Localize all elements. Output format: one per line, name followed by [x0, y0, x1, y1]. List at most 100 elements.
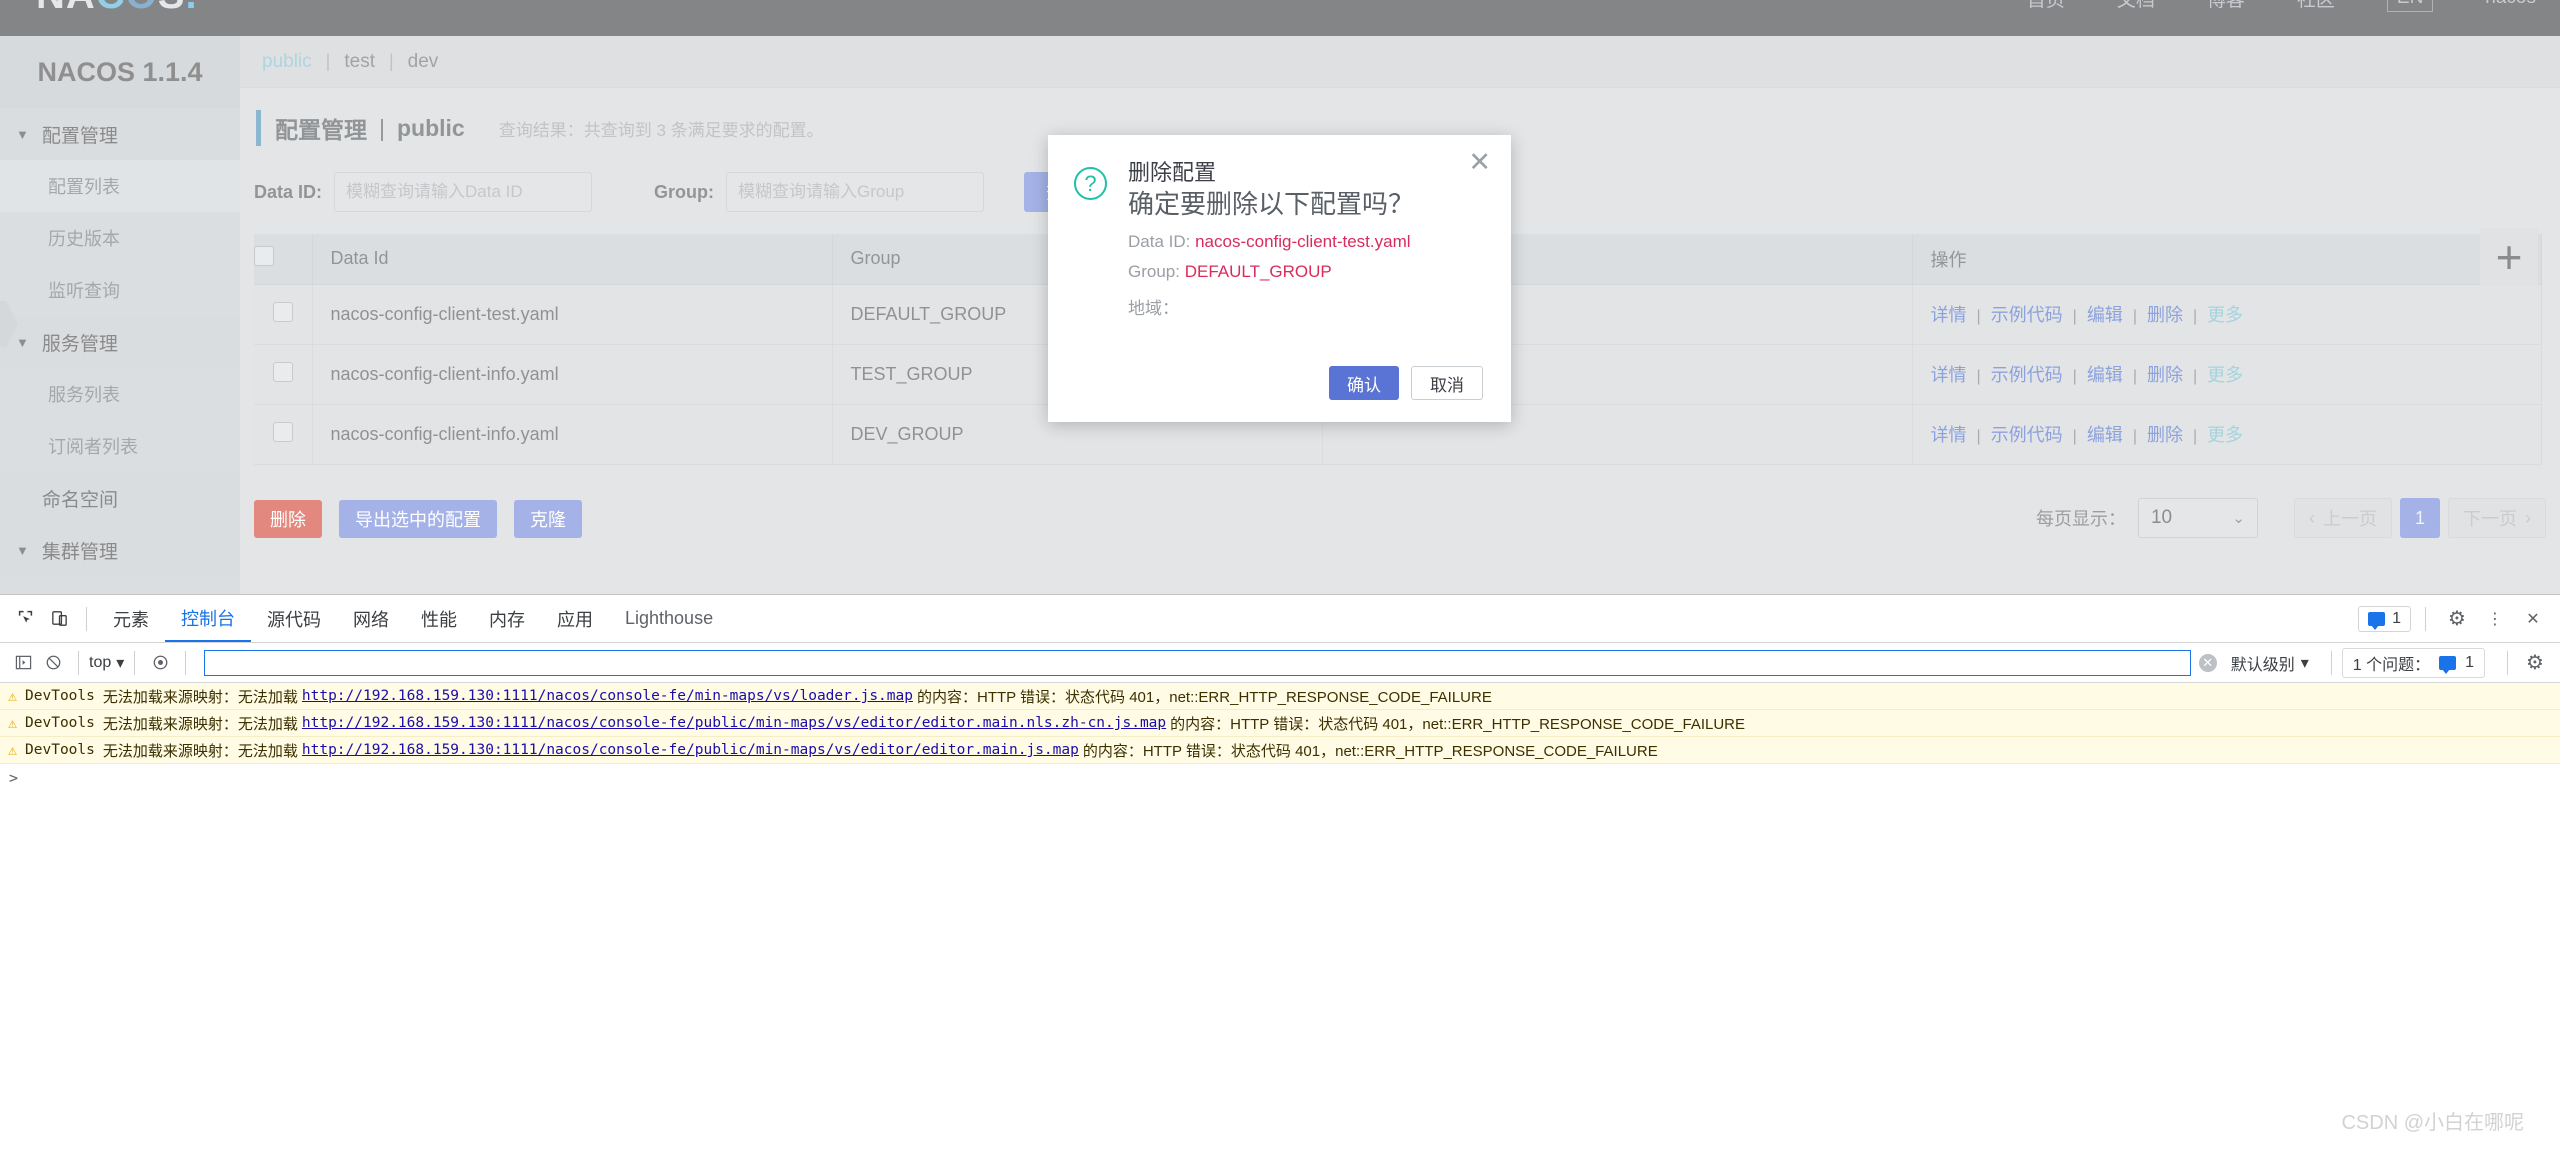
language-switch[interactable]: EN	[2386, 0, 2434, 12]
per-page-select[interactable]: 10 ⌄	[2137, 498, 2258, 538]
nav-item-blog[interactable]: 博客	[2207, 0, 2245, 12]
console-toolbar: top ▾ ✕ 默认级别 ▾ 1 个问题： 1 ⚙	[0, 643, 2560, 683]
prev-page-button[interactable]: ‹ 上一页	[2293, 498, 2392, 538]
dialog-group-row: Group: DEFAULT_GROUP	[1128, 262, 1481, 282]
op-edit-link[interactable]: 编辑	[2087, 425, 2123, 445]
namespace-tab-public[interactable]: public	[262, 51, 312, 73]
sidebar-item-label: 服务列表	[48, 385, 120, 405]
cell-dataid: nacos-config-client-info.yaml	[312, 344, 833, 405]
console-sidebar-toggle-icon[interactable]	[8, 648, 38, 678]
console-log-list: ⚠ DevTools 无法加载来源映射：无法加载 http://192.168.…	[0, 683, 2560, 792]
op-separator: |	[1976, 428, 1981, 445]
log-source: DevTools	[25, 715, 95, 731]
warning-icon: ⚠	[8, 687, 18, 705]
row-select-cell[interactable]	[254, 344, 313, 405]
op-sample-code-link[interactable]: 示例代码	[1991, 365, 2063, 385]
clear-filter-icon[interactable]: ✕	[2198, 653, 2217, 672]
page-number-1[interactable]: 1	[2399, 498, 2440, 538]
select-all-checkbox[interactable]	[254, 246, 274, 267]
add-config-button[interactable]: +	[2480, 228, 2538, 286]
sidebar-group-cluster[interactable]: ▼ 集群管理	[0, 524, 240, 576]
op-sample-code-link[interactable]: 示例代码	[1991, 305, 2063, 325]
warning-icon: ⚠	[8, 741, 18, 759]
clone-button[interactable]: 克隆	[514, 500, 582, 538]
sidebar-item-config-list[interactable]: 配置列表	[0, 160, 240, 212]
export-selected-button[interactable]: 导出选中的配置	[339, 500, 497, 538]
op-edit-link[interactable]: 编辑	[2087, 305, 2123, 325]
user-menu[interactable]: nacos	[2485, 0, 2536, 9]
sidebar-item-history[interactable]: 历史版本	[0, 212, 240, 264]
op-separator: |	[2072, 428, 2077, 445]
cancel-button[interactable]: 取消	[1411, 366, 1483, 400]
op-delete-link[interactable]: 删除	[2147, 305, 2183, 325]
op-more-link[interactable]: 更多	[2207, 305, 2243, 325]
tab-memory[interactable]: 内存	[473, 596, 541, 642]
live-expression-icon[interactable]	[145, 648, 175, 678]
op-detail-link[interactable]: 详情	[1931, 365, 1967, 385]
console-log-row[interactable]: ⚠ DevTools 无法加载来源映射：无法加载 http://192.168.…	[0, 683, 2560, 710]
namespace-tab-dev[interactable]: dev	[408, 51, 439, 73]
bulk-delete-button[interactable]: 删除	[254, 500, 322, 538]
log-url-link[interactable]: http://192.168.159.130:1111/nacos/consol…	[302, 742, 1079, 758]
sidebar-item-service-list[interactable]: 服务列表	[0, 368, 240, 420]
tab-network[interactable]: 网络	[337, 596, 405, 642]
row-select-cell[interactable]	[254, 284, 313, 345]
row-checkbox[interactable]	[272, 301, 293, 322]
log-level-selector[interactable]: 默认级别 ▾	[2231, 651, 2309, 675]
group-search-input[interactable]	[726, 172, 985, 212]
row-select-cell[interactable]	[254, 404, 313, 465]
op-sample-code-link[interactable]: 示例代码	[1991, 425, 2063, 445]
inspect-element-icon[interactable]	[8, 602, 42, 636]
issues-badge[interactable]: 1	[2358, 605, 2411, 632]
row-checkbox[interactable]	[272, 361, 293, 382]
row-checkbox[interactable]	[272, 421, 293, 442]
next-page-button[interactable]: 下一页 ›	[2448, 498, 2546, 538]
close-icon[interactable]: ✕	[2516, 602, 2550, 636]
kebab-menu-icon[interactable]: ⋮	[2478, 602, 2512, 636]
tab-application[interactable]: 应用	[541, 596, 609, 642]
log-url-link[interactable]: http://192.168.159.130:1111/nacos/consol…	[302, 688, 913, 704]
nav-item-docs[interactable]: 文档	[2117, 0, 2155, 12]
sidebar-group-config[interactable]: ▼ 配置管理	[0, 108, 240, 160]
tab-performance[interactable]: 性能	[405, 596, 473, 642]
op-delete-link[interactable]: 删除	[2147, 425, 2183, 445]
tab-elements[interactable]: 元素	[97, 596, 165, 642]
op-detail-link[interactable]: 详情	[1931, 305, 1967, 325]
logo-part-2: C	[96, 0, 126, 17]
gear-icon[interactable]: ⚙	[2440, 602, 2474, 636]
op-more-link[interactable]: 更多	[2207, 365, 2243, 385]
page-namespace: public	[396, 114, 465, 141]
sidebar-item-namespace[interactable]: 命名空间	[0, 472, 240, 524]
page-title: 配置管理	[275, 117, 367, 143]
clear-console-icon[interactable]	[38, 648, 68, 678]
gear-icon[interactable]: ⚙	[2518, 646, 2552, 680]
console-prompt[interactable]: >	[0, 764, 2560, 792]
dataid-search-input[interactable]	[334, 172, 593, 212]
nav-item-home[interactable]: 首页	[2027, 0, 2065, 12]
console-log-row[interactable]: ⚠ DevTools 无法加载来源映射：无法加载 http://192.168.…	[0, 737, 2560, 764]
log-url-link[interactable]: http://192.168.159.130:1111/nacos/consol…	[302, 715, 1166, 731]
confirm-button[interactable]: 确认	[1329, 366, 1399, 400]
sidebar-item-subscriber-list[interactable]: 订阅者列表	[0, 420, 240, 472]
issues-summary[interactable]: 1 个问题： 1	[2341, 647, 2485, 678]
op-more-link[interactable]: 更多	[2207, 425, 2243, 445]
tab-lighthouse[interactable]: Lighthouse	[609, 596, 729, 642]
nav-item-community[interactable]: 社区	[2297, 0, 2335, 12]
sidebar-group-service[interactable]: ▼ 服务管理	[0, 316, 240, 368]
sidebar-item-listener-query[interactable]: 监听查询	[0, 264, 240, 316]
console-filter-input[interactable]	[204, 649, 2191, 676]
tab-sources[interactable]: 源代码	[251, 596, 337, 642]
sidebar-item-label: 订阅者列表	[48, 437, 138, 457]
op-edit-link[interactable]: 编辑	[2087, 365, 2123, 385]
tab-console[interactable]: 控制台	[165, 596, 251, 642]
chevron-down-icon: ⌄	[2232, 510, 2245, 527]
namespace-tab-test[interactable]: test	[344, 51, 375, 73]
op-delete-link[interactable]: 删除	[2147, 365, 2183, 385]
console-log-row[interactable]: ⚠ DevTools 无法加载来源映射：无法加载 http://192.168.…	[0, 710, 2560, 737]
nacos-logo[interactable]: NACOS.	[36, 0, 198, 18]
op-detail-link[interactable]: 详情	[1931, 425, 1967, 445]
close-icon[interactable]: ✕	[1468, 149, 1491, 176]
device-toolbar-icon[interactable]	[42, 602, 76, 636]
select-all-header[interactable]	[254, 234, 313, 285]
context-selector[interactable]: top ▾	[89, 653, 124, 673]
